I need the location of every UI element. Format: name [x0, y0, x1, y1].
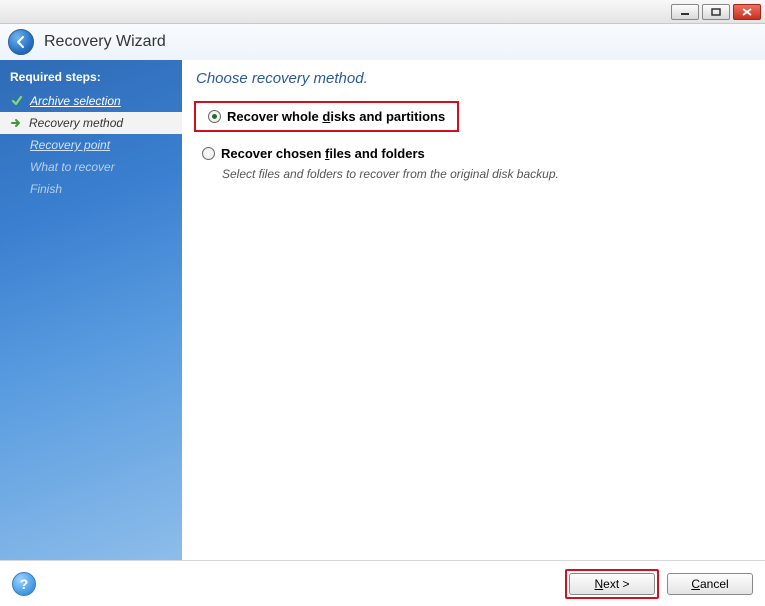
maximize-button[interactable]: [702, 4, 730, 20]
step-recovery-method: Recovery method: [0, 112, 182, 134]
step-what-to-recover: What to recover: [0, 156, 182, 178]
step-recovery-point[interactable]: Recovery point: [0, 134, 182, 156]
main-panel: Choose recovery method. Recover whole di…: [182, 60, 765, 560]
help-icon: ?: [20, 576, 29, 592]
maximize-icon: [711, 8, 721, 16]
step-label: Archive selection: [30, 94, 121, 108]
step-label: Finish: [30, 182, 62, 196]
wizard-body: Required steps: Archive selection Recove…: [0, 60, 765, 560]
step-archive-selection[interactable]: Archive selection: [0, 90, 182, 112]
step-label: What to recover: [30, 160, 115, 174]
cancel-button[interactable]: Cancel: [667, 573, 753, 595]
step-label: Recovery point: [30, 138, 110, 152]
option-label: Recover chosen files and folders: [221, 146, 425, 161]
back-arrow-icon: [14, 35, 28, 49]
wizard-header: Recovery Wizard: [0, 24, 765, 60]
option-recover-files[interactable]: Recover chosen files and folders: [196, 142, 751, 165]
option-highlight: Recover whole disks and partitions: [194, 101, 459, 132]
radio-selected-icon[interactable]: [208, 110, 221, 123]
step-spacer-icon: [10, 160, 24, 174]
wizard-footer: ? Next > Cancel: [0, 560, 765, 606]
step-finish: Finish: [0, 178, 182, 200]
minimize-button[interactable]: [671, 4, 699, 20]
next-highlight: Next >: [565, 569, 659, 599]
window-titlebar: [0, 0, 765, 24]
close-button[interactable]: [733, 4, 761, 20]
sidebar-header: Required steps:: [0, 66, 182, 90]
help-button[interactable]: ?: [12, 572, 36, 596]
steps-sidebar: Required steps: Archive selection Recove…: [0, 60, 182, 560]
close-icon: [742, 8, 752, 16]
page-heading: Choose recovery method.: [196, 70, 751, 87]
option-recover-disks[interactable]: Recover whole disks and partitions: [202, 105, 451, 128]
wizard-title: Recovery Wizard: [44, 33, 166, 51]
minimize-icon: [680, 8, 690, 16]
option-label: Recover whole disks and partitions: [227, 109, 445, 124]
step-label: Recovery method: [29, 116, 123, 130]
back-button[interactable]: [8, 29, 34, 55]
footer-buttons: Next > Cancel: [565, 569, 753, 599]
step-spacer-icon: [10, 182, 24, 196]
next-button[interactable]: Next >: [569, 573, 655, 595]
option-description: Select files and folders to recover from…: [222, 167, 751, 181]
arrow-right-icon: [9, 116, 23, 130]
radio-icon[interactable]: [202, 147, 215, 160]
step-spacer-icon: [10, 138, 24, 152]
check-icon: [10, 94, 24, 108]
